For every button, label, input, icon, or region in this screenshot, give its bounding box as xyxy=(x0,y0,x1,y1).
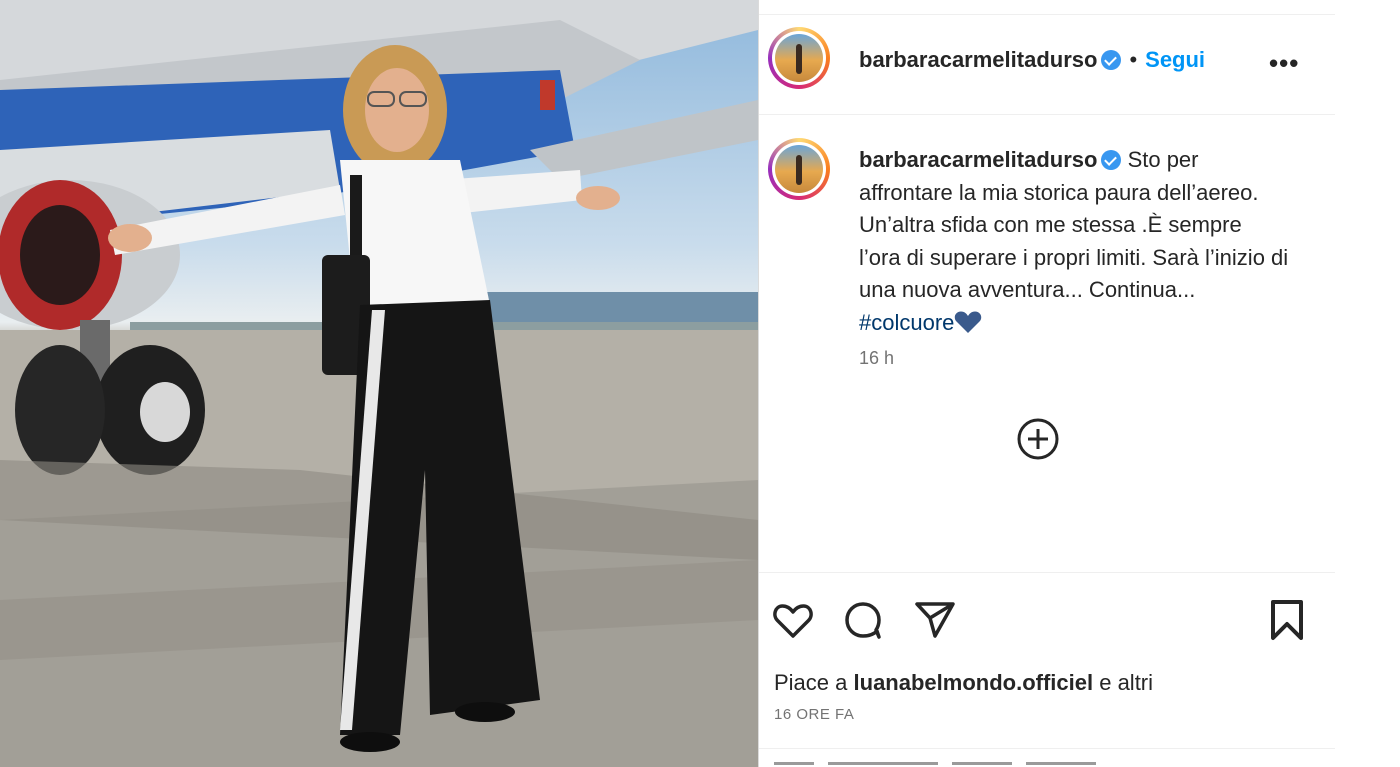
post-date: 16 ORE FA xyxy=(774,706,855,723)
author-avatar[interactable] xyxy=(768,27,830,89)
bookmark-icon[interactable] xyxy=(1265,598,1309,642)
blue-heart-emoji-icon xyxy=(954,310,982,344)
page-margin xyxy=(1335,0,1400,767)
airport-photo-illustration xyxy=(0,0,758,767)
heart-icon[interactable] xyxy=(771,598,815,642)
caption-author-avatar[interactable] xyxy=(768,138,830,200)
verified-badge-icon xyxy=(1101,150,1122,170)
caption-username[interactable]: barbaracarmelitadurso xyxy=(859,147,1097,172)
paper-plane-icon[interactable] xyxy=(913,598,957,642)
plus-circle-icon[interactable] xyxy=(1015,416,1061,462)
verified-badge-icon xyxy=(1101,50,1122,70)
header-divider xyxy=(759,114,1335,115)
caption-hashtag[interactable]: #colcuore xyxy=(859,310,954,335)
actions-divider xyxy=(759,572,1335,573)
avatar-image xyxy=(775,145,823,193)
comment-icon[interactable] xyxy=(841,598,885,642)
separator-dot: • xyxy=(1129,47,1138,72)
bottom-divider xyxy=(759,748,1335,749)
more-options-icon[interactable]: ••• xyxy=(1269,48,1299,79)
avatar-image xyxy=(775,34,823,82)
follow-button[interactable]: Segui xyxy=(1145,47,1205,73)
post-caption: barbaracarmelitadurso Sto per affrontare… xyxy=(859,144,1289,343)
likes-suffix[interactable]: e altri xyxy=(1099,670,1153,695)
likes-summary: Piace a luanabelmondo.officiel e altri xyxy=(774,670,1153,696)
caption-time: 16 h xyxy=(859,348,895,368)
author-username[interactable]: barbaracarmelitadurso xyxy=(859,47,1097,73)
post-side-panel: barbaracarmelitadurso • Segui ••• barbar… xyxy=(759,0,1335,767)
top-divider xyxy=(759,14,1335,15)
likes-user-link[interactable]: luanabelmondo.officiel xyxy=(854,670,1094,695)
likes-prefix: Piace a xyxy=(774,670,848,695)
post-header: barbaracarmelitadurso • Segui xyxy=(859,44,1205,76)
post-photo[interactable] xyxy=(0,0,758,767)
add-comment-area[interactable] xyxy=(774,758,1134,767)
